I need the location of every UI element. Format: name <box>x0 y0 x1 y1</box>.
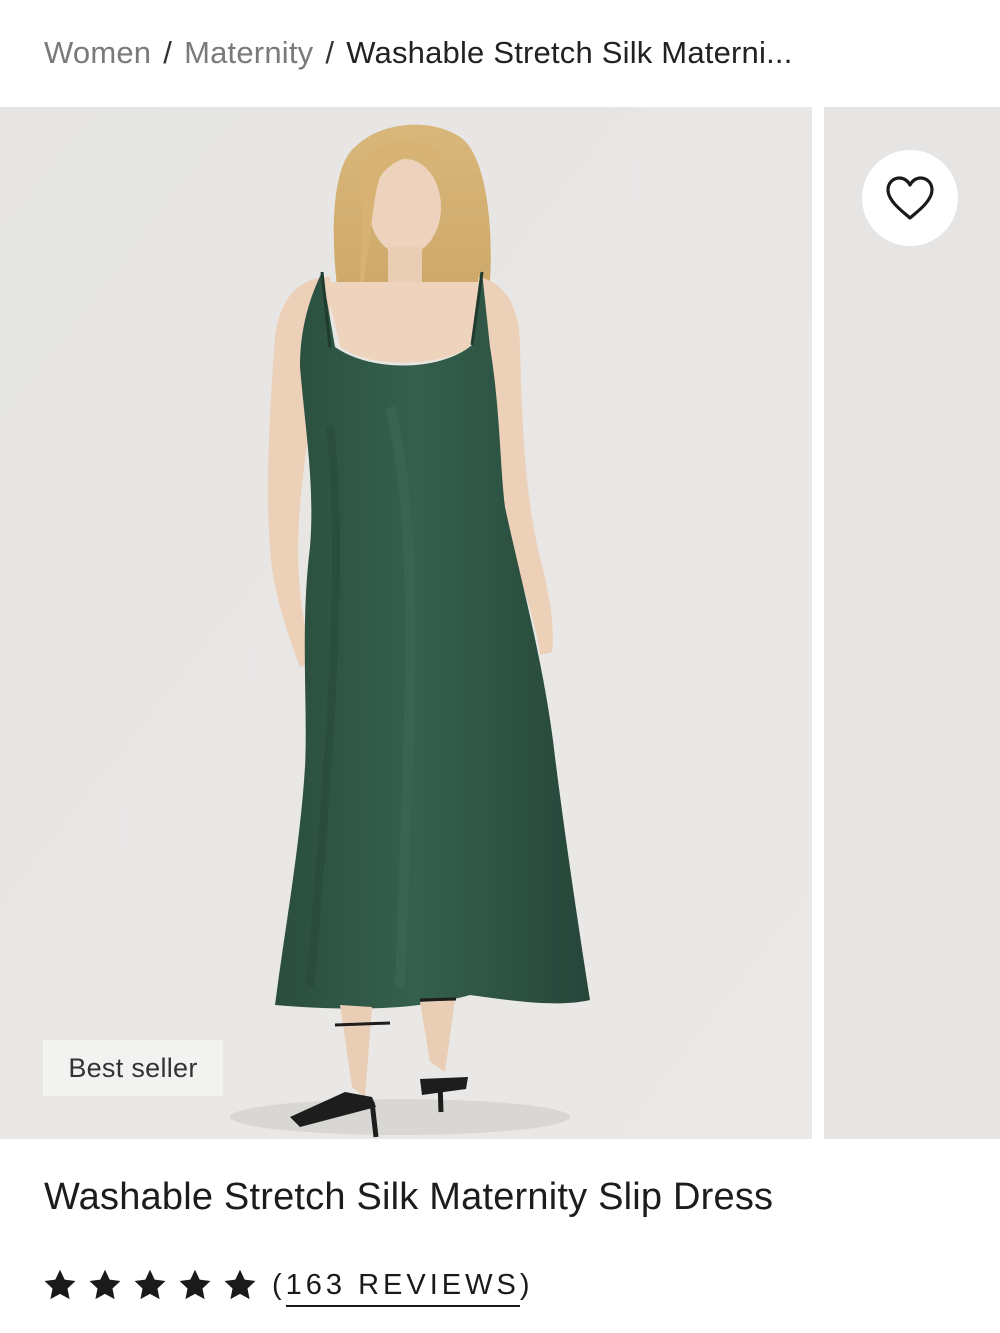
star-icon <box>179 1269 211 1300</box>
reviews-link[interactable]: (163 REVIEWS) <box>272 1268 534 1307</box>
model-wearing-dress-photo <box>0 107 812 1139</box>
product-rating: (163 REVIEWS) <box>42 1262 534 1308</box>
reviews-count: 163 REVIEWS <box>285 1268 520 1307</box>
star-icon <box>224 1269 256 1300</box>
product-image-gallery[interactable]: Best seller <box>0 107 1000 1139</box>
breadcrumb-link-women[interactable]: Women <box>44 35 151 71</box>
breadcrumb-separator: / <box>163 35 173 70</box>
breadcrumb-separator: / <box>325 35 335 70</box>
star-rating <box>42 1267 258 1303</box>
star-icon <box>89 1269 121 1300</box>
breadcrumb-link-maternity[interactable]: Maternity <box>184 35 313 71</box>
breadcrumb-current: Washable Stretch Silk Materni... <box>346 35 793 70</box>
product-image-main[interactable]: Best seller <box>0 107 812 1139</box>
product-page: Women / Maternity / Washable Stretch Sil… <box>0 0 1000 1333</box>
star-icon <box>44 1269 76 1300</box>
heart-outline-icon <box>886 176 934 220</box>
star-icon <box>134 1269 166 1300</box>
reviews-close-paren: ) <box>519 1268 534 1301</box>
breadcrumb: Women / Maternity / Washable Stretch Sil… <box>44 30 793 76</box>
best-seller-badge: Best seller <box>43 1040 223 1096</box>
reviews-open-paren: ( <box>272 1268 286 1301</box>
add-to-wishlist-button[interactable] <box>862 150 958 246</box>
product-image-next[interactable] <box>824 107 1000 1139</box>
product-title: Washable Stretch Silk Maternity Slip Dre… <box>44 1176 774 1218</box>
